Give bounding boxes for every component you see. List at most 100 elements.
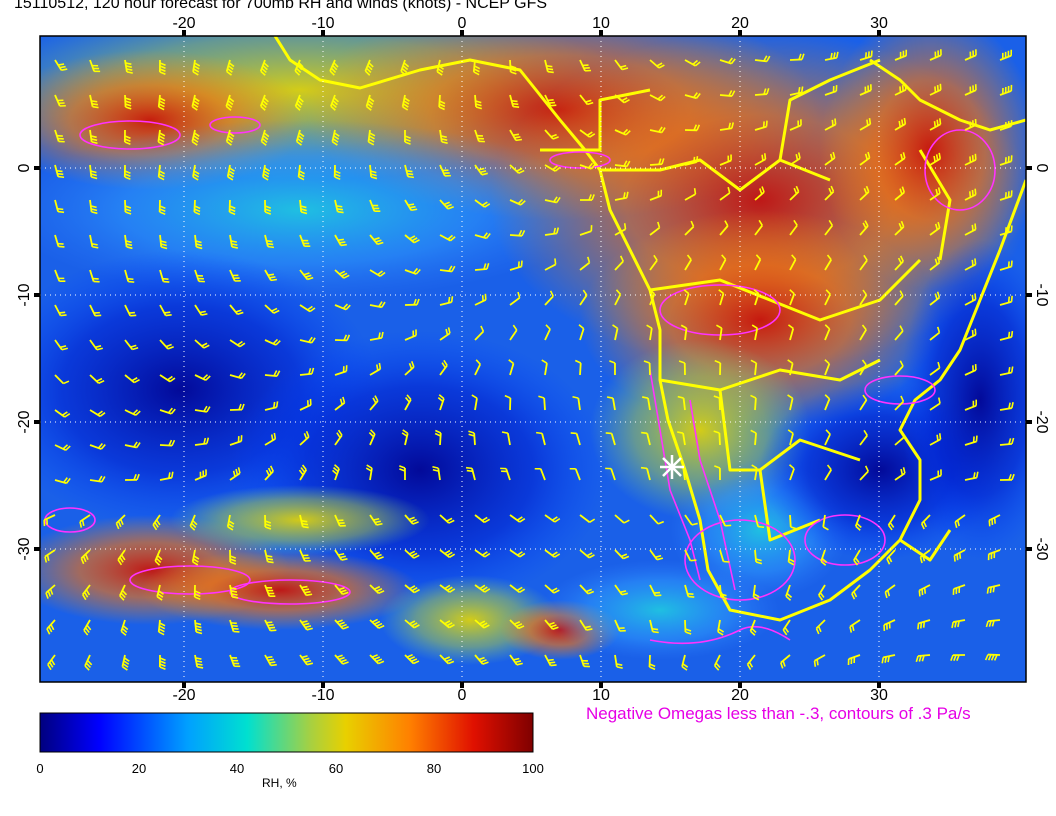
wind-barb-flag <box>641 431 648 435</box>
wind-barb-flag <box>866 119 869 126</box>
wind-barb-flag <box>992 586 995 593</box>
lon-label-top: 30 <box>870 15 888 32</box>
wind-barb-flag <box>1007 296 1011 303</box>
wind-barb <box>649 163 663 166</box>
wind-barb-flag <box>921 589 924 596</box>
wind-barb-flag <box>268 626 276 629</box>
wind-barb-flag <box>91 100 98 103</box>
wind-barb-flag <box>270 434 274 441</box>
wind-barb-flag <box>270 663 277 667</box>
wind-barb-flag <box>231 596 239 599</box>
lat-label-left: -10 <box>16 283 33 306</box>
wind-barb-flag <box>275 401 279 408</box>
wind-barb <box>439 432 442 446</box>
wind-barb-flag <box>266 557 274 561</box>
wind-barb-flag <box>816 659 819 666</box>
wind-barb-flag <box>546 65 553 68</box>
wind-barb-flag <box>986 587 990 594</box>
wind-barb-flag <box>652 630 659 634</box>
wind-barb-flag <box>903 117 907 125</box>
wind-barb-flag <box>923 587 927 594</box>
colorbar-tick: 100 <box>522 761 544 776</box>
wind-barb-flag <box>168 472 171 479</box>
wind-barb-flag <box>450 296 454 303</box>
wind-barb-flag <box>974 328 977 335</box>
wind-barb-flag <box>57 210 65 214</box>
lat-label-left: -30 <box>16 537 33 560</box>
wind-barb-flag <box>898 120 901 128</box>
wind-barb-flag <box>61 68 68 71</box>
wind-barb-flag <box>836 51 839 58</box>
wind-barb <box>719 584 722 598</box>
wind-barb-flag <box>956 554 959 561</box>
wind-barb-flag <box>758 525 765 529</box>
wind-barb-flag <box>58 63 65 66</box>
wind-barb-flag <box>230 587 237 590</box>
wind-barb-flag <box>884 656 887 663</box>
wind-barb-flag <box>974 293 977 300</box>
wind-barb <box>754 397 757 411</box>
wind-barb-flag <box>267 560 274 564</box>
wind-barb-flag <box>800 86 804 93</box>
wind-barb-flag <box>973 472 976 479</box>
wind-barb-flag <box>933 155 936 163</box>
wind-barb-flag <box>59 65 66 69</box>
wind-barb-flag <box>376 364 379 371</box>
colorbar <box>39 712 534 753</box>
wind-barb <box>789 58 803 61</box>
lat-label-left: 0 <box>16 163 33 172</box>
wind-barb-flag <box>536 431 543 435</box>
wind-barb-flag <box>570 432 577 435</box>
wind-barb <box>789 514 792 528</box>
wind-barb <box>754 549 757 563</box>
wind-barb-flag <box>993 517 996 524</box>
wind-barb <box>999 442 1013 446</box>
lat-label-right: -10 <box>1033 283 1050 306</box>
wind-barb-flag <box>936 434 939 441</box>
wind-barb-flag <box>272 401 276 409</box>
wind-barb-flag <box>830 52 833 60</box>
wind-barb-flag <box>938 118 942 125</box>
wind-barb-flag <box>60 314 67 317</box>
wind-barb-flag <box>511 99 518 103</box>
lon-label-top: -10 <box>311 15 334 32</box>
wind-barb <box>579 362 582 376</box>
wind-barb <box>754 93 768 96</box>
wind-barb-flag <box>163 280 170 283</box>
wind-barb-flag <box>938 152 942 159</box>
wind-barb-flag <box>547 70 554 74</box>
wind-barb-flag <box>971 329 974 337</box>
wind-barb-flag <box>57 207 64 211</box>
wind-barb-flag <box>969 191 972 198</box>
wind-barb-flag <box>267 245 275 249</box>
wind-barb-flag <box>901 119 904 126</box>
lon-label-top: 0 <box>458 15 467 32</box>
wind-barb-flag <box>266 656 273 659</box>
wind-barb-flag <box>938 433 942 440</box>
wind-barb-flag <box>407 175 414 179</box>
wind-barb-flag <box>833 52 836 59</box>
wind-barb-flag <box>407 203 415 206</box>
lon-label-top: 10 <box>592 15 610 32</box>
rh-field <box>40 36 1026 682</box>
wind-barb-flag <box>266 621 273 624</box>
omega-legend-note: Negative Omegas less than -.3, contours … <box>586 704 971 723</box>
wind-barb-flag <box>266 240 273 243</box>
wind-barb-flag <box>623 192 626 199</box>
lon-label-top: 20 <box>731 15 749 32</box>
wind-barb-flag <box>465 466 473 470</box>
wind-barb-flag <box>554 258 557 265</box>
wind-barb-flag <box>301 585 308 589</box>
wind-barb-flag <box>270 278 278 282</box>
wind-barb-flag <box>466 469 473 473</box>
wind-barb-flag <box>91 102 99 106</box>
wind-barb <box>543 397 546 411</box>
wind-barb-flag <box>971 224 974 231</box>
wind-barb-flag <box>411 208 418 212</box>
colorbar-tick: 0 <box>36 761 43 776</box>
wind-barb-flag <box>512 133 520 136</box>
wind-barb-flag <box>337 210 344 214</box>
wind-barb-flag <box>128 280 135 283</box>
wind-barb-flag <box>515 138 523 142</box>
wind-barb-flag <box>92 245 99 249</box>
